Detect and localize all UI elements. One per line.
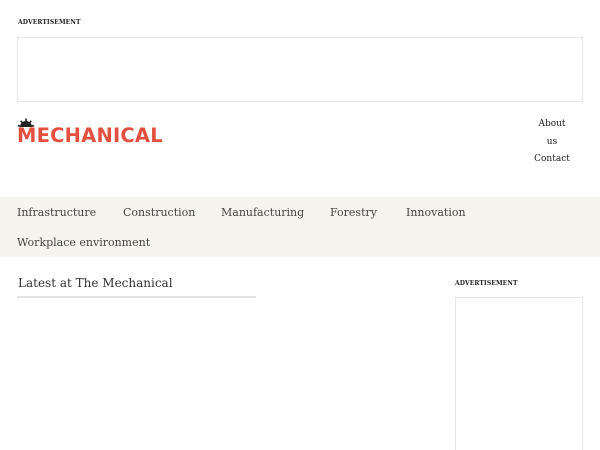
side-ad-slot[interactable] (455, 297, 583, 450)
side-ad-label: ADVERTISEMENT (455, 280, 518, 287)
nav-item-infrastructure[interactable]: Infrastructure (17, 206, 96, 219)
logo-wordmark: MECHANICAL (17, 124, 163, 147)
top-ad-slot[interactable] (17, 37, 583, 102)
main-nav: Infrastructure Construction Manufacturin… (0, 197, 600, 257)
header-nav: About us Contact (522, 116, 582, 169)
top-ad-label: ADVERTISEMENT (18, 19, 81, 26)
latest-section-title: Latest at The Mechanical (18, 276, 173, 290)
nav-item-construction[interactable]: Construction (123, 206, 195, 219)
nav-item-manufacturing[interactable]: Manufacturing (221, 206, 304, 219)
about-us-link[interactable]: About us (522, 116, 582, 151)
section-divider (17, 296, 256, 298)
nav-item-innovation[interactable]: Innovation (406, 206, 466, 219)
nav-item-forestry[interactable]: Forestry (330, 206, 377, 219)
site-logo[interactable]: MECHANICAL (17, 118, 167, 148)
nav-item-workplace-environment[interactable]: Workplace environment (17, 236, 150, 249)
contact-link[interactable]: Contact (522, 151, 582, 169)
